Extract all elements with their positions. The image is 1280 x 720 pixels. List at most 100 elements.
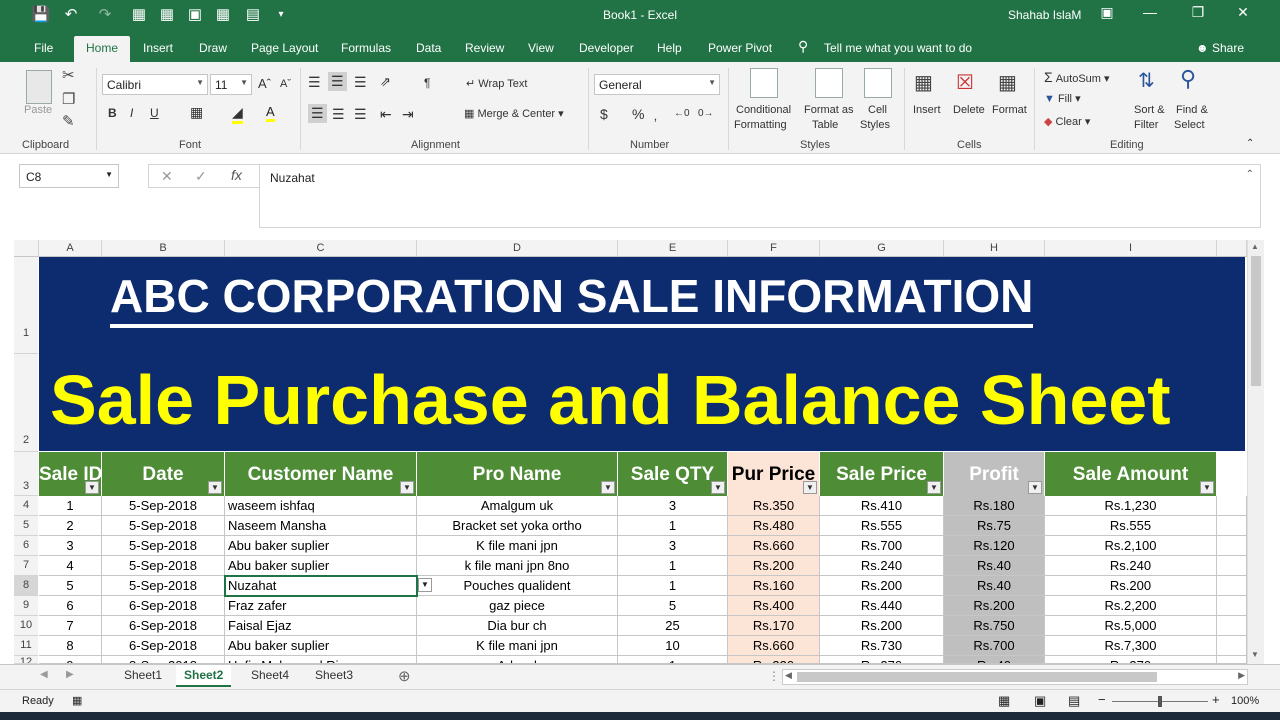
cell-customer-name[interactable]: Fraz zafer <box>225 596 417 616</box>
cell-profit[interactable]: Rs.120 <box>944 536 1045 556</box>
cell-profit[interactable]: Rs.200 <box>944 596 1045 616</box>
cell-sale-price[interactable]: Rs.410 <box>820 496 944 516</box>
cell-profit[interactable]: Rs.75 <box>944 516 1045 536</box>
collapse-ribbon-icon[interactable]: ⌃ <box>1246 138 1254 149</box>
decrease-decimal-icon[interactable]: 0→ <box>698 108 714 119</box>
cell-profit[interactable]: Rs.40 <box>944 556 1045 576</box>
sheet-tab-sheet2[interactable]: Sheet2 <box>176 665 232 687</box>
column-header-g[interactable]: G <box>820 240 944 257</box>
align-right-icon[interactable]: ☰ <box>354 106 367 123</box>
cell-sale-price[interactable]: Rs.240 <box>820 556 944 576</box>
cell-sale-amount[interactable]: Rs.555 <box>1045 516 1217 536</box>
cell-sale-qty[interactable]: 3 <box>618 536 728 556</box>
filter-dropdown-icon[interactable]: ▼ <box>1028 481 1042 494</box>
sheet-tab-sheet4[interactable]: Sheet4 <box>251 668 289 682</box>
cell-empty[interactable] <box>1217 556 1247 576</box>
cell-customer-name[interactable]: Naseem Mansha <box>225 516 417 536</box>
cell-profit[interactable]: Rs.40 <box>944 576 1045 596</box>
column-header-f[interactable]: F <box>728 240 820 257</box>
insert-function-icon[interactable]: fx <box>231 167 242 183</box>
cell-customer-name[interactable]: waseem ishfaq <box>225 496 417 516</box>
column-header-extra[interactable] <box>1217 240 1247 257</box>
page-layout-view-icon[interactable]: ▣ <box>1034 693 1046 709</box>
user-name[interactable]: Shahab IslaM <box>1008 8 1081 22</box>
cell-pur-price[interactable]: Rs.660 <box>728 636 820 656</box>
underline-icon[interactable]: U <box>150 106 159 120</box>
tab-view[interactable]: View <box>528 41 554 55</box>
cell-empty[interactable] <box>1217 656 1247 664</box>
shrink-font-icon[interactable]: Aˇ <box>280 78 291 90</box>
delete-cells-icon[interactable]: ☒ <box>956 70 974 95</box>
cell-sale-qty[interactable]: 1 <box>618 656 728 664</box>
increase-indent-icon[interactable]: ⇥ <box>402 106 414 123</box>
cell-date[interactable]: 5-Sep-2018 <box>102 496 225 516</box>
cell-pur-price[interactable]: Rs.160 <box>728 576 820 596</box>
cell-sale-id[interactable]: 3 <box>39 536 102 556</box>
cell-sale-id[interactable]: 1 <box>39 496 102 516</box>
vertical-scrollbar[interactable]: ▲ ▼ <box>1247 240 1264 664</box>
scroll-left-icon[interactable]: ◀ <box>785 670 792 681</box>
cell-sale-id[interactable]: 7 <box>39 616 102 636</box>
macro-record-icon[interactable]: ▦ <box>72 694 82 707</box>
zoom-in-icon[interactable]: + <box>1212 692 1220 707</box>
sort-filter-icon[interactable]: ⇅ <box>1138 68 1155 93</box>
zoom-out-icon[interactable]: − <box>1098 692 1106 707</box>
row-header-11[interactable]: 11 <box>14 636 38 656</box>
fill-color-icon[interactable]: ◢ <box>232 104 243 124</box>
align-left-icon[interactable]: ☰ <box>308 104 327 123</box>
format-cells-button[interactable]: Format <box>992 104 1027 116</box>
cell-sale-amount[interactable]: Rs.200 <box>1045 576 1217 596</box>
cell-customer-name[interactable]: Faisal Ejaz <box>225 616 417 636</box>
tab-data[interactable]: Data <box>416 41 441 55</box>
cell-sale-amount[interactable]: Rs.2,100 <box>1045 536 1217 556</box>
cell-pro-name[interactable]: Adseal <box>417 656 618 664</box>
validation-dropdown-icon[interactable]: ▼ <box>418 578 432 592</box>
header-customer-name[interactable]: Customer Name ▼ <box>225 452 417 496</box>
row-header-3[interactable]: 3 <box>14 452 38 496</box>
cell-pur-price[interactable]: Rs.350 <box>728 496 820 516</box>
minimize-icon[interactable]: — <box>1137 4 1163 20</box>
cell-pro-name[interactable]: Bracket set yoka ortho <box>417 516 618 536</box>
tab-page-layout[interactable]: Page Layout <box>251 41 318 55</box>
zoom-slider-thumb[interactable] <box>1158 696 1162 707</box>
row-header-8[interactable]: 8 <box>14 576 38 596</box>
cell-sale-qty[interactable]: 25 <box>618 616 728 636</box>
page-break-view-icon[interactable]: ▤ <box>1068 693 1080 709</box>
horizontal-scrollbar[interactable]: ◀ ▶ <box>782 669 1248 685</box>
insert-cells-icon[interactable]: ▦ <box>914 70 933 95</box>
enter-icon[interactable]: ✓ <box>195 168 207 185</box>
cell-sale-qty[interactable]: 5 <box>618 596 728 616</box>
zoom-level[interactable]: 100% <box>1231 695 1259 707</box>
cell-date[interactable]: 5-Sep-2018 <box>102 536 225 556</box>
cell-pro-name[interactable]: k file mani jpn 8no <box>417 556 618 576</box>
align-top-icon[interactable]: ☰ <box>308 74 321 91</box>
name-box[interactable]: C8 ▼ <box>19 164 119 188</box>
cell-date[interactable]: 8-Sep-2018 <box>102 656 225 664</box>
formula-input[interactable]: Nuzahat ⌃ <box>259 164 1261 228</box>
borders-icon[interactable]: ▦ <box>190 104 203 121</box>
cell-sale-price[interactable]: Rs.440 <box>820 596 944 616</box>
cell-sale-id[interactable]: 5 <box>39 576 102 596</box>
cell-empty[interactable] <box>1217 616 1247 636</box>
align-middle-icon[interactable]: ☰ <box>328 72 347 91</box>
row-header-6[interactable]: 6 <box>14 536 38 556</box>
increase-decimal-icon[interactable]: ←0 <box>674 108 690 119</box>
format-painter-icon[interactable]: ✎ <box>62 112 75 130</box>
cell-pur-price[interactable]: Rs.400 <box>728 596 820 616</box>
tab-home[interactable]: Home <box>74 36 131 62</box>
filter-dropdown-icon[interactable]: ▼ <box>400 481 414 494</box>
currency-button[interactable]: $ <box>600 106 608 122</box>
cell-empty[interactable] <box>1217 536 1247 556</box>
cell-date[interactable]: 6-Sep-2018 <box>102 636 225 656</box>
cell-sale-qty[interactable]: 10 <box>618 636 728 656</box>
cell-sale-price[interactable]: Rs.200 <box>820 616 944 636</box>
header-sale-id[interactable]: Sale ID ▼ <box>39 452 102 496</box>
cell-sale-id[interactable]: 2 <box>39 516 102 536</box>
cell-customer-name[interactable]: Abu baker suplier <box>225 636 417 656</box>
row-header-12[interactable]: 12 <box>14 656 38 664</box>
cell-sale-amount[interactable]: Rs.2,200 <box>1045 596 1217 616</box>
cell-date[interactable]: 5-Sep-2018 <box>102 556 225 576</box>
column-header-d[interactable]: D <box>417 240 618 257</box>
cell-pro-name[interactable]: K file mani jpn <box>417 536 618 556</box>
italic-icon[interactable]: I <box>130 106 133 120</box>
